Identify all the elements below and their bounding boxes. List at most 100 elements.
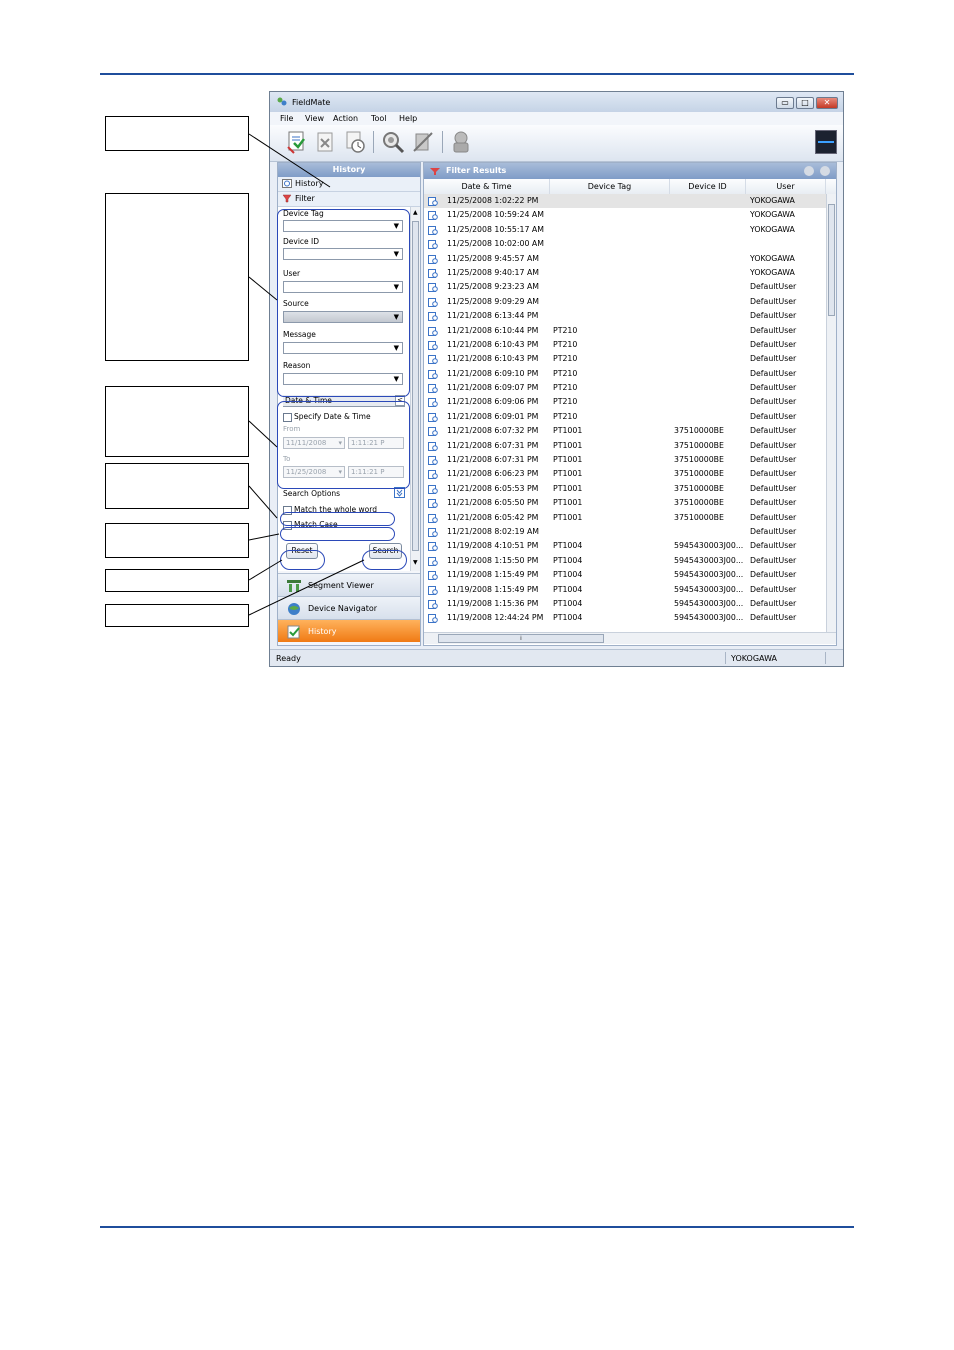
import-icon[interactable] bbox=[284, 129, 310, 155]
cell-user: DefaultUser bbox=[750, 555, 797, 565]
cell-device-tag: PT210 bbox=[553, 368, 578, 378]
col-date-time[interactable]: Date & Time bbox=[424, 179, 550, 194]
table-row[interactable]: 11/21/2008 6:05:53 PM PT1001 37510000BE Def… bbox=[424, 482, 826, 496]
results-table-body: 11/25/2008 1:02:22 PM YOKOGAWA 11/25/2008 … bbox=[424, 194, 826, 626]
table-row[interactable]: 11/25/2008 10:02:00 AM bbox=[424, 237, 826, 251]
menu-file[interactable]: File bbox=[280, 114, 293, 123]
cell-user: DefaultUser bbox=[750, 526, 797, 536]
menu-action[interactable]: Action bbox=[333, 114, 358, 123]
scrollbar-thumb[interactable] bbox=[828, 204, 835, 316]
cell-date-time: 11/21/2008 6:05:50 PM bbox=[447, 498, 539, 508]
search-device-icon[interactable] bbox=[380, 129, 406, 155]
cell-device-id: 5945430003J00... bbox=[674, 584, 744, 594]
cell-user: DefaultUser bbox=[750, 598, 797, 608]
table-row[interactable]: 11/19/2008 1:15:36 PM PT1004 5945430003J00… bbox=[424, 597, 826, 611]
results-vertical-scrollbar[interactable] bbox=[826, 194, 836, 632]
menu-tool[interactable]: Tool bbox=[371, 114, 387, 123]
disconnect-icon[interactable] bbox=[410, 129, 436, 155]
table-row[interactable]: 11/21/2008 6:06:23 PM PT1001 37510000BE Def… bbox=[424, 467, 826, 481]
table-row[interactable]: 11/25/2008 1:02:22 PM YOKOGAWA bbox=[424, 194, 826, 209]
cell-user: DefaultUser bbox=[750, 483, 797, 493]
collapse-up-icon[interactable] bbox=[820, 166, 830, 176]
tab-history[interactable]: History bbox=[278, 177, 420, 192]
table-row[interactable]: 11/21/2008 6:05:42 PM PT1001 37510000BE Def… bbox=[424, 511, 826, 525]
results-horizontal-scrollbar[interactable]: ⁞ bbox=[424, 632, 836, 644]
table-row[interactable]: 11/21/2008 6:07:32 PM PT1001 37510000BE Def… bbox=[424, 424, 826, 438]
table-row[interactable]: 11/25/2008 10:59:24 AM YOKOGAWA bbox=[424, 208, 826, 222]
cell-device-id: 37510000BE bbox=[674, 426, 724, 436]
table-row[interactable]: 11/21/2008 6:10:44 PM PT210 DefaultUser bbox=[424, 324, 826, 338]
table-row[interactable]: 11/25/2008 9:23:23 AM DefaultUser bbox=[424, 280, 826, 294]
table-row[interactable]: 11/21/2008 6:09:01 PM PT210 DefaultUser bbox=[424, 410, 826, 424]
table-row[interactable]: 11/19/2008 1:15:49 PM PT1004 5945430003J00… bbox=[424, 568, 826, 582]
cell-device-tag: PT210 bbox=[553, 325, 578, 335]
device-icon[interactable] bbox=[448, 129, 474, 155]
cell-device-id: 5945430003J00... bbox=[674, 555, 744, 565]
col-device-id[interactable]: Device ID bbox=[670, 179, 746, 194]
history-clock-icon[interactable] bbox=[342, 129, 368, 155]
history-entry-icon bbox=[428, 254, 438, 264]
status-bar: Ready YOKOGAWA bbox=[270, 649, 843, 666]
history-entry-icon bbox=[428, 225, 438, 235]
cell-user: DefaultUser bbox=[750, 282, 797, 292]
table-row[interactable]: 11/25/2008 9:40:17 AM YOKOGAWA bbox=[424, 266, 826, 280]
menu-view[interactable]: View bbox=[305, 114, 324, 123]
table-row[interactable]: 11/19/2008 4:10:51 PM PT1004 5945430003J00… bbox=[424, 539, 826, 553]
history-entry-icon bbox=[428, 297, 438, 307]
history-entry-icon bbox=[428, 340, 438, 350]
callout-box-1 bbox=[105, 116, 249, 151]
table-row[interactable]: 11/25/2008 9:09:29 AM DefaultUser bbox=[424, 295, 826, 309]
col-device-tag[interactable]: Device Tag bbox=[550, 179, 670, 194]
col-user[interactable]: User bbox=[746, 179, 826, 194]
scroll-up-icon[interactable]: ▲ bbox=[413, 209, 418, 216]
cell-user: DefaultUser bbox=[750, 541, 797, 551]
collapse-down-icon[interactable] bbox=[804, 166, 814, 176]
status-text: Ready bbox=[276, 654, 301, 663]
table-row[interactable]: 11/21/2008 6:05:50 PM PT1001 37510000BE Def… bbox=[424, 496, 826, 510]
filter-scrollbar[interactable]: ▲ ▼ bbox=[410, 207, 420, 571]
cell-device-tag: PT210 bbox=[553, 383, 578, 393]
table-row[interactable]: 11/21/2008 6:13:44 PM DefaultUser bbox=[424, 309, 826, 323]
scrollbar-thumb[interactable] bbox=[412, 221, 419, 551]
cell-date-time: 11/21/2008 6:09:10 PM bbox=[447, 368, 539, 378]
table-row[interactable]: 11/21/2008 6:09:06 PM PT210 DefaultUser bbox=[424, 395, 826, 409]
scroll-down-icon[interactable]: ▼ bbox=[413, 559, 418, 566]
toolbar-separator bbox=[373, 131, 374, 153]
nav-segment-viewer[interactable]: Segment Viewer bbox=[278, 573, 420, 596]
tab-filter[interactable]: Filter bbox=[278, 192, 420, 207]
filter-icon bbox=[430, 168, 440, 175]
cell-device-id: 37510000BE bbox=[674, 455, 724, 465]
table-row[interactable]: 11/25/2008 9:45:57 AM YOKOGAWA bbox=[424, 252, 826, 266]
cell-user: DefaultUser bbox=[750, 325, 797, 335]
cell-user: DefaultUser bbox=[750, 584, 797, 594]
menu-help[interactable]: Help bbox=[399, 114, 417, 123]
table-row[interactable]: 11/19/2008 12:44:24 PM PT1004 5945430003J0… bbox=[424, 611, 826, 625]
filter-icon bbox=[282, 194, 292, 203]
cell-date-time: 11/25/2008 9:45:57 AM bbox=[447, 253, 540, 263]
cell-device-tag: PT210 bbox=[553, 397, 578, 407]
table-row[interactable]: 11/21/2008 6:07:31 PM PT1001 37510000BE Def… bbox=[424, 453, 826, 467]
table-row[interactable]: 11/19/2008 1:15:50 PM PT1004 5945430003J00… bbox=[424, 554, 826, 568]
table-row[interactable]: 11/21/2008 6:10:43 PM PT210 DefaultUser bbox=[424, 352, 826, 366]
cell-user: YOKOGAWA bbox=[750, 253, 795, 263]
delete-icon[interactable] bbox=[312, 129, 338, 155]
table-row[interactable]: 11/21/2008 6:09:07 PM PT210 DefaultUser bbox=[424, 381, 826, 395]
minimize-button[interactable]: ▭ bbox=[776, 97, 794, 109]
maximize-button[interactable]: □ bbox=[796, 97, 814, 109]
nav-device-navigator[interactable]: Device Navigator bbox=[278, 596, 420, 619]
table-row[interactable]: 11/19/2008 1:15:49 PM PT1004 5945430003J00… bbox=[424, 583, 826, 597]
segment-viewer-icon bbox=[287, 580, 301, 592]
table-row[interactable]: 11/21/2008 6:09:10 PM PT210 DefaultUser bbox=[424, 367, 826, 381]
table-row[interactable]: 11/21/2008 6:10:43 PM PT210 DefaultUser bbox=[424, 338, 826, 352]
cell-date-time: 11/19/2008 1:15:36 PM bbox=[447, 598, 539, 608]
close-button[interactable]: ✕ bbox=[816, 97, 838, 109]
table-row[interactable]: 11/25/2008 10:55:17 AM YOKOGAWA bbox=[424, 223, 826, 237]
table-row[interactable]: 11/21/2008 6:07:31 PM PT1001 37510000BE Def… bbox=[424, 439, 826, 453]
monitor-icon[interactable] bbox=[815, 130, 837, 154]
table-row[interactable]: 11/21/2008 8:02:19 AM DefaultUser bbox=[424, 525, 826, 539]
cell-device-tag: PT1004 bbox=[553, 598, 583, 608]
scrollbar-thumb[interactable]: ⁞ bbox=[438, 634, 604, 643]
cell-device-tag: PT1001 bbox=[553, 440, 583, 450]
device-navigator-icon bbox=[288, 603, 300, 615]
nav-history[interactable]: History bbox=[278, 619, 420, 642]
